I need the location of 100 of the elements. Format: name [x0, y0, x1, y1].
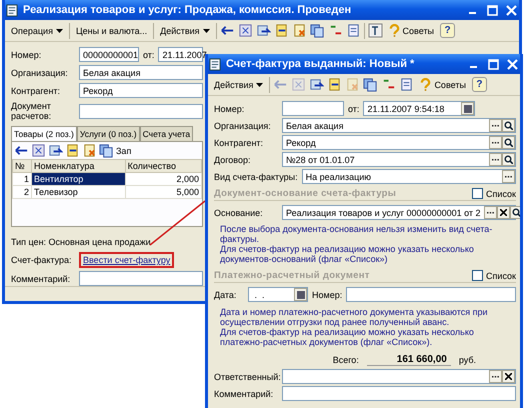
column-header: № — [12, 160, 32, 172]
currency-label: руб. — [458, 354, 476, 364]
report-icon[interactable] — [399, 77, 414, 92]
close-icon — [505, 373, 512, 380]
field-label: Организация: — [11, 68, 69, 78]
search-button[interactable] — [502, 136, 515, 149]
hint-text: После выбора документа-основания нельзя изменить вид счета-фактуры. — [219, 224, 494, 244]
field-label: Документ расчетов: — [11, 101, 52, 121]
clear-button[interactable] — [502, 370, 515, 383]
tab[interactable]: Услуги (0 поз.) — [76, 126, 140, 141]
input-field[interactable]: Белая акация — [282, 118, 516, 133]
window-title: Счет-фактура выданный: Новый * — [226, 58, 416, 70]
date-field[interactable]: 21.11.2007 9:54:18 — [363, 101, 476, 116]
input-field[interactable]: Рекорд — [79, 83, 203, 98]
menu-button[interactable]: Операция — [8, 24, 66, 38]
field-label: Комментарий: — [214, 388, 274, 398]
close-icon[interactable] — [506, 58, 518, 70]
window-title: Реализация товаров и услуг: Продажа, комиссия. Проведен — [23, 4, 352, 16]
field-label: Контрагент: — [11, 86, 62, 96]
table-cell: 5,000 — [125, 186, 202, 198]
tab[interactable]: Товары (2 поз.) — [11, 126, 77, 141]
calendar-button[interactable] — [294, 288, 307, 301]
table-cell[interactable]: Телевизор — [32, 186, 126, 198]
hint-text: Для счетов-фактур на реализацию можно указать несколько документов-оснований (флаг «Список») — [219, 244, 475, 264]
search-icon — [512, 208, 520, 217]
list-checkbox[interactable]: Список — [472, 188, 516, 199]
select-button[interactable] — [489, 119, 502, 132]
refresh-icon[interactable] — [48, 143, 63, 158]
select-button[interactable] — [502, 170, 515, 183]
select-button[interactable] — [489, 153, 502, 166]
table-cell: 1 — [12, 172, 32, 186]
select-button[interactable] — [484, 206, 497, 219]
document-delete-icon[interactable] — [82, 143, 97, 158]
tab[interactable]: Счета учета — [140, 126, 194, 141]
text-icon[interactable] — [368, 23, 383, 38]
input-field[interactable]: Рекорд — [282, 135, 516, 150]
field-label: Номер: — [312, 290, 342, 300]
date-field[interactable]: . . — [248, 287, 308, 302]
maximize-icon[interactable] — [486, 4, 498, 16]
input-field[interactable]: №28 от 01.01.07 — [282, 152, 516, 167]
field-label: Счет-фактура: — [11, 255, 72, 265]
input-field[interactable] — [282, 369, 516, 384]
table-cell[interactable]: Вентилятор — [32, 172, 126, 186]
report-icon[interactable] — [346, 23, 361, 38]
field-label: Основание: — [214, 208, 264, 218]
column-header: Количество — [125, 160, 202, 172]
field-label: Номер: — [11, 50, 42, 60]
list-checkbox[interactable]: Список — [472, 270, 516, 281]
help-button[interactable]: ? — [440, 23, 456, 38]
field-label: Комментарий: — [11, 274, 72, 284]
field-label: Ответственный: — [214, 372, 278, 382]
hint-icon — [420, 78, 432, 91]
caret-icon — [256, 82, 264, 86]
toolbar-label: Зап — [116, 146, 132, 156]
menu-button[interactable]: Действия — [211, 78, 266, 92]
documents-icon[interactable] — [363, 77, 378, 92]
section-title: Платежно-расчетный документ — [214, 270, 371, 281]
number-field[interactable] — [282, 101, 344, 116]
total-value: 161 660,00 — [366, 354, 451, 366]
input-field[interactable]: На реализацию — [302, 169, 516, 184]
field-label: Договор: — [214, 154, 252, 164]
search-icon — [504, 121, 513, 130]
documents-icon[interactable] — [310, 23, 325, 38]
refresh-icon[interactable] — [256, 23, 271, 38]
number-field[interactable] — [346, 287, 516, 302]
documents-icon[interactable] — [99, 143, 114, 158]
invoice-link[interactable]: Ввести счет-фактуру — [83, 255, 170, 265]
calendar-button[interactable] — [461, 102, 474, 115]
search-button[interactable] — [502, 119, 515, 132]
clear-button[interactable] — [496, 206, 510, 219]
help-button[interactable]: ? — [472, 77, 487, 92]
number-field[interactable]: 00000000001 — [79, 47, 139, 62]
close-icon — [500, 209, 507, 216]
input-field[interactable] — [79, 104, 203, 118]
document-icon — [209, 58, 221, 70]
select-button[interactable] — [489, 370, 502, 383]
document-icon — [6, 4, 18, 16]
tips-button[interactable]: Советы — [386, 22, 438, 39]
comment-field[interactable] — [282, 386, 516, 401]
search-button[interactable] — [510, 206, 520, 219]
comment-field[interactable] — [79, 271, 203, 286]
hint-icon — [388, 24, 400, 37]
caret-icon — [202, 28, 210, 32]
table-cell: 2,000 — [125, 172, 202, 186]
search-button[interactable] — [502, 153, 515, 166]
tips-button[interactable]: Советы — [417, 76, 469, 93]
search-icon — [504, 138, 513, 147]
select-button[interactable] — [489, 136, 502, 149]
maximize-icon[interactable] — [488, 58, 498, 70]
close-icon[interactable] — [506, 4, 516, 16]
field-label: Контрагент: — [214, 138, 264, 148]
menu-button[interactable]: Действия — [157, 24, 213, 38]
field-label: Организация: — [214, 120, 272, 130]
input-field[interactable]: Белая акация — [79, 65, 203, 80]
refresh-icon[interactable] — [309, 77, 324, 92]
section-title: Документ-основание счета-фактуры — [214, 188, 398, 199]
field-label: от: — [143, 50, 154, 60]
calendar-icon — [296, 290, 304, 298]
menu-button[interactable]: Цены и валюта... — [72, 24, 150, 38]
document-delete-icon[interactable] — [292, 23, 307, 38]
